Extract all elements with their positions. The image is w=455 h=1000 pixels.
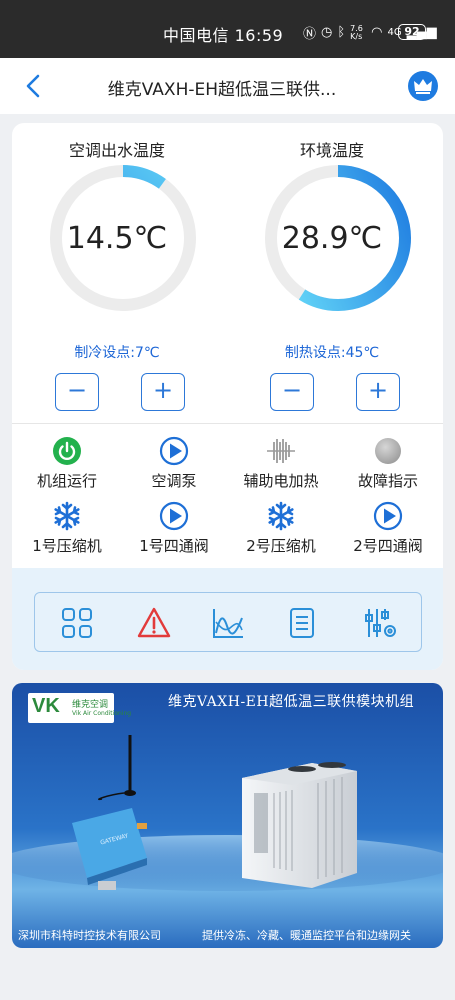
gauge-value: 14.5℃ [66, 221, 168, 256]
nfc-icon: Ⓝ [303, 27, 317, 42]
indicator-label: 1号压缩机 [32, 537, 102, 555]
alarm-button[interactable] [137, 606, 171, 640]
banner-artwork [12, 735, 443, 891]
trend-chart-icon [213, 609, 243, 638]
cooling-decrease-button[interactable]: − [55, 373, 99, 411]
indicator-compressor-1: 1号压缩机 [12, 501, 122, 556]
indicator-compressor-2: 2号压缩机 [226, 501, 336, 556]
toolbar [34, 592, 422, 652]
product-banner[interactable]: VK 维克空调 Vik Air Conditioning 维克VAXH-EH超低… [12, 683, 443, 948]
back-button[interactable] [22, 72, 46, 100]
indicator-label: 2号压缩机 [246, 537, 316, 555]
grid-icon [62, 608, 92, 638]
indicator-four-way-valve-1: 1号四通阀 [119, 501, 229, 556]
status-bar: 中国电信 16:59 Ⓝ ◷ ᛒ 7.6 K/s ◠ 4G ▂▄▆ 92 [0, 0, 455, 58]
battery-indicator: 92 [398, 24, 429, 40]
app-header: 维克VAXH-EH超低温三联供... [0, 58, 455, 114]
outdoor-unit [242, 762, 357, 888]
net-speed: 7.6 K/s [350, 23, 363, 41]
play-circle-icon [159, 501, 189, 531]
records-button[interactable] [285, 606, 319, 640]
company-name: 深圳市科特时控技术有限公司 [18, 929, 161, 942]
indicator-ac-pump: 空调泵 [119, 436, 229, 491]
play-circle-icon [373, 501, 403, 531]
heating-setpoint: 制热设点:45℃ [284, 345, 380, 361]
settings-button[interactable] [363, 606, 397, 640]
alarm-warning-icon [137, 607, 171, 638]
indicator-label: 1号四通阀 [139, 537, 209, 555]
carrier-time: 中国电信 16:59 [163, 26, 284, 45]
heating-increase-button[interactable]: + [356, 373, 400, 411]
indicator-label: 辅助电加热 [243, 472, 319, 490]
cooling-increase-button[interactable]: + [141, 373, 185, 411]
snowflake-icon [54, 501, 80, 531]
indicator-fault: 故障指示 [333, 436, 443, 491]
company-services: 提供冷冻、冷藏、暖通监控平台和边缘网关 [202, 929, 411, 942]
gauge-value: 28.9℃ [281, 221, 383, 256]
chevron-left-icon [26, 74, 40, 98]
indicator-unit-running: 机组运行 [12, 436, 122, 491]
alarm-icon: ◷ [321, 25, 333, 40]
heater-coil-icon [267, 439, 295, 463]
gauge-title: 空调出水温度 [68, 141, 165, 160]
divider [12, 423, 443, 424]
indicator-label: 空调泵 [151, 472, 197, 490]
crown-button[interactable] [408, 71, 438, 101]
indicator-label: 2号四通阀 [353, 537, 423, 555]
heating-decrease-button[interactable]: − [270, 373, 314, 411]
toolbar-area [12, 568, 443, 670]
page-title: 维克VAXH-EH超低温三联供... [107, 80, 337, 100]
status-card: 空调出水温度 14.5℃ 制冷设点:7℃ − + 环境温度 28.9℃ 制热设点… [12, 123, 443, 670]
indicator-label: 故障指示 [357, 472, 418, 490]
dashboard-button[interactable] [60, 606, 94, 640]
indicator-four-way-valve-2: 2号四通阀 [333, 501, 443, 556]
snowflake-icon [268, 501, 294, 531]
battery-level: 92 [404, 25, 420, 38]
settings-sliders-icon [365, 609, 396, 637]
gauge-title: 环境温度 [299, 141, 364, 160]
indicator-aux-heater: 辅助电加热 [226, 436, 336, 491]
play-circle-icon [159, 436, 189, 466]
indicator-label: 机组运行 [36, 472, 97, 490]
power-on-icon [53, 437, 81, 465]
wifi-icon: ◠ [371, 25, 383, 40]
cooling-setpoint: 制冷设点:7℃ [74, 345, 160, 361]
list-document-icon [290, 608, 314, 638]
trend-button[interactable] [211, 606, 245, 640]
crown-icon [414, 79, 432, 94]
fault-lamp-icon [375, 438, 401, 464]
bluetooth-icon: ᛒ [337, 25, 346, 40]
